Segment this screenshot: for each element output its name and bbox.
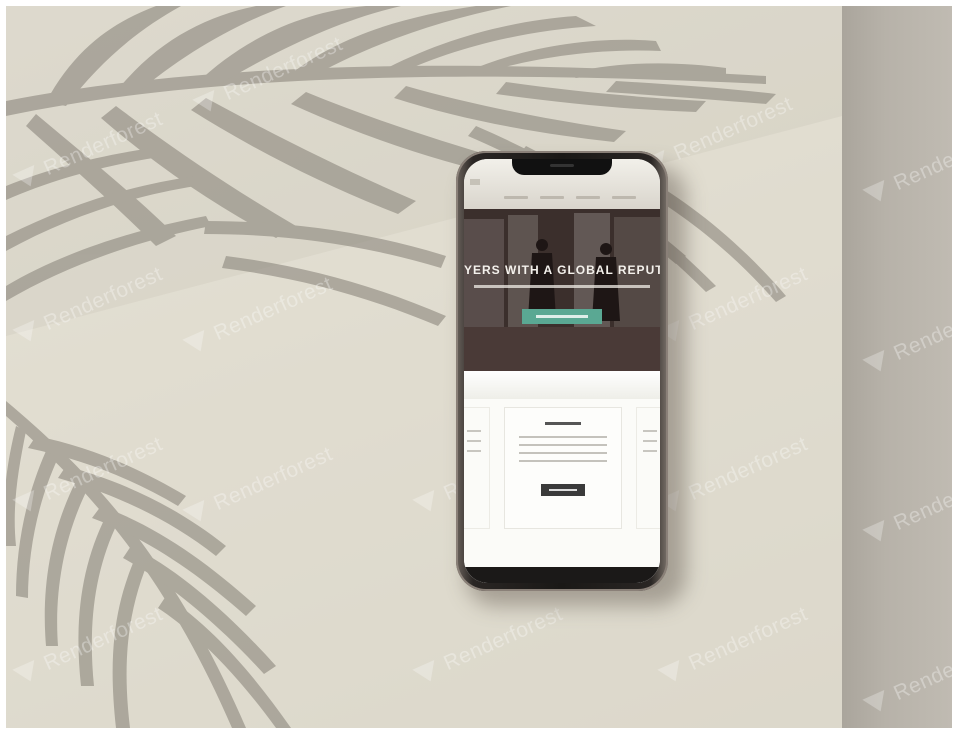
phone-bottom-bezel <box>464 567 660 583</box>
speaker-grille <box>550 164 574 167</box>
card-button[interactable] <box>541 484 585 496</box>
phone-screen: YERS WITH A GLOBAL REPUTA <box>464 159 660 583</box>
nav-item[interactable] <box>576 196 600 199</box>
card-text-line <box>519 452 607 454</box>
hero-subtitle <box>474 285 650 288</box>
smartphone: YERS WITH A GLOBAL REPUTA <box>456 151 668 591</box>
what-we-do-card <box>504 407 622 529</box>
phone-notch <box>512 159 612 175</box>
mockup-scene: Renderforest Renderforest Renderforest R… <box>6 6 952 728</box>
hero-photo <box>464 209 660 371</box>
site-logo <box>470 179 480 185</box>
card-text-line <box>519 444 607 446</box>
card-title <box>545 422 581 425</box>
cta-label <box>536 315 588 318</box>
side-card-left <box>464 407 490 529</box>
nav-item[interactable] <box>504 196 528 199</box>
hero-banner: YERS WITH A GLOBAL REPUTA <box>464 209 660 371</box>
card-text-line <box>519 436 607 438</box>
section-divider <box>464 371 660 399</box>
nav-item[interactable] <box>612 196 636 199</box>
side-card-right <box>636 407 660 529</box>
content-section <box>464 399 660 583</box>
hero-title: YERS WITH A GLOBAL REPUTA <box>464 263 660 277</box>
nav-item[interactable] <box>540 196 564 199</box>
hero-cta-button[interactable] <box>522 309 602 324</box>
card-button-label <box>549 489 577 491</box>
site-nav <box>504 196 636 199</box>
card-text-line <box>519 460 607 462</box>
